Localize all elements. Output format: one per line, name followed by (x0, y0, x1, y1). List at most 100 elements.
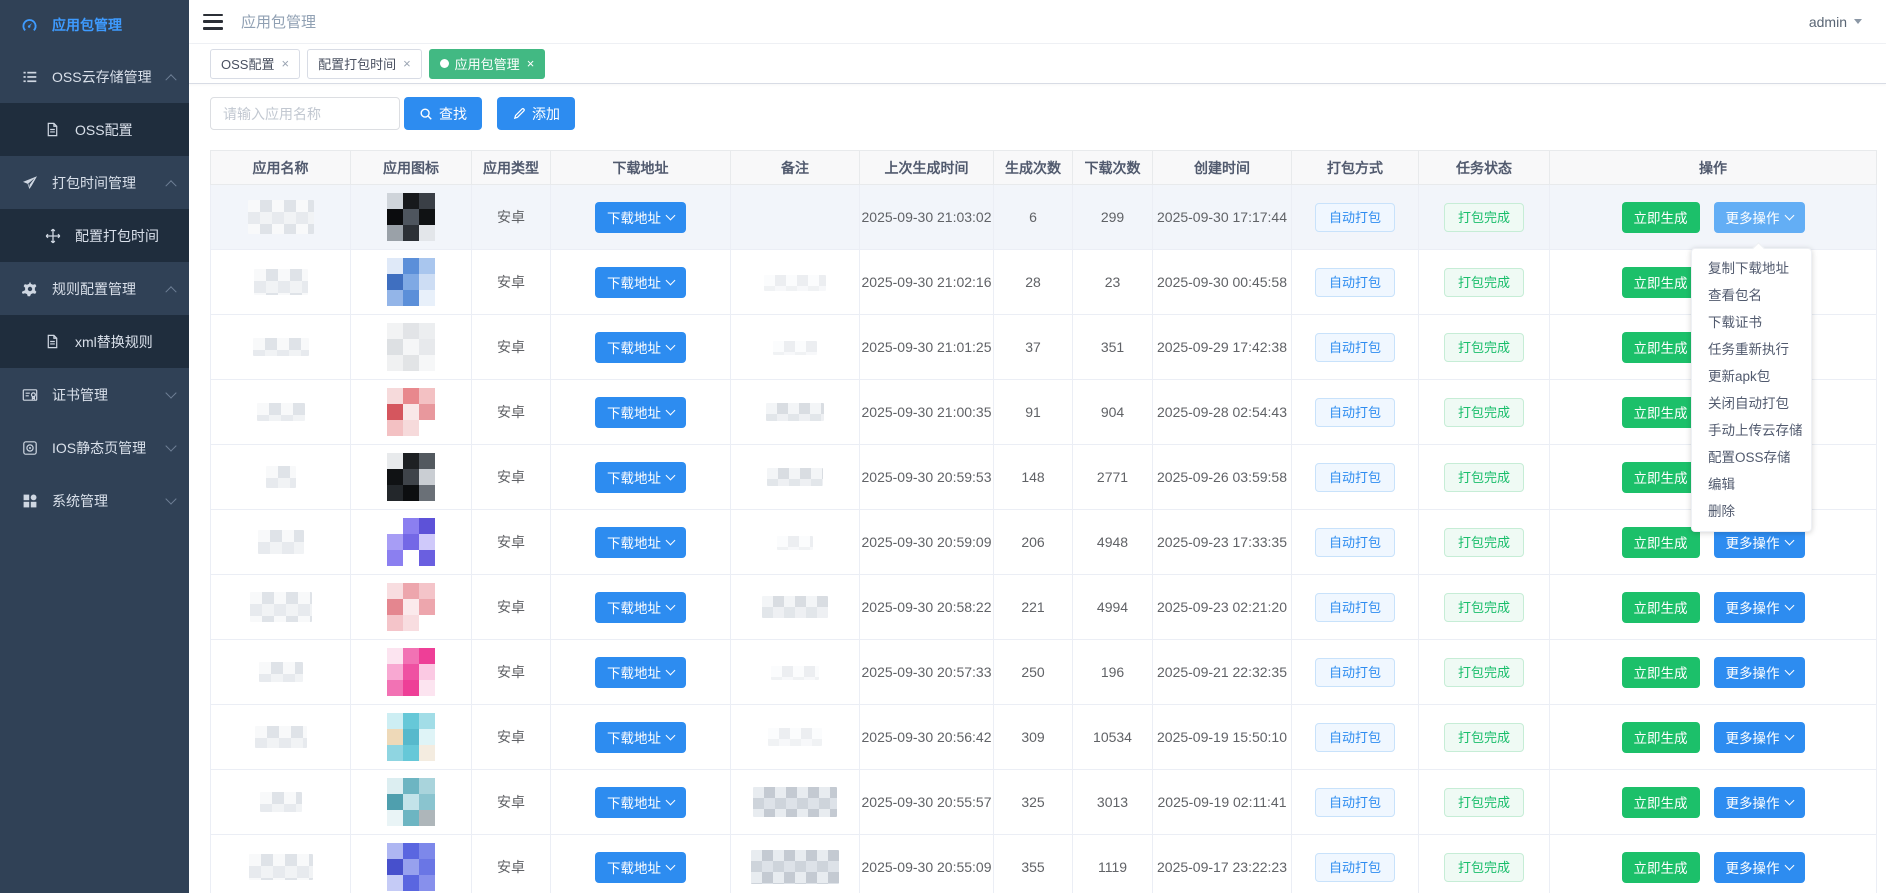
dropdown-item-9[interactable]: 删除 (1692, 498, 1811, 525)
hamburger-icon[interactable] (203, 14, 223, 30)
generate-now-button[interactable]: 立即生成 (1622, 267, 1700, 298)
download-url-cell: 下载地址 (551, 185, 731, 250)
table-row: 安卓下载地址2025-09-30 21:01:25373512025-09-29… (211, 315, 1877, 380)
add-button[interactable]: 添加 (497, 97, 575, 130)
generate-now-button[interactable]: 立即生成 (1622, 527, 1700, 558)
sidebar-item-7[interactable]: IOS静态页管理 (0, 421, 189, 474)
generate-now-button[interactable]: 立即生成 (1622, 657, 1700, 688)
download-url-button[interactable]: 下载地址 (595, 202, 686, 233)
dropdown-item-2[interactable]: 下载证书 (1692, 309, 1811, 336)
app-type-cell: 安卓 (472, 315, 551, 380)
task-status-cell: 打包完成 (1419, 510, 1550, 575)
created-time-value: 2025-09-23 17:33:35 (1157, 534, 1287, 550)
sidebar-item-0[interactable]: OSS云存储管理 (0, 50, 189, 103)
tab-0[interactable]: OSS配置 × (210, 49, 300, 79)
sidebar-logo[interactable]: 应用包管理 (0, 0, 189, 50)
more-actions-button[interactable]: 更多操作 (1714, 787, 1805, 818)
download-count-cell: 10534 (1073, 705, 1153, 770)
created-time-cell: 2025-09-19 02:11:41 (1153, 770, 1292, 835)
dropdown-item-0[interactable]: 复制下载地址 (1692, 255, 1811, 282)
remark-redacted (766, 403, 824, 421)
more-actions-button[interactable]: 更多操作 (1714, 657, 1805, 688)
generate-now-button[interactable]: 立即生成 (1622, 462, 1700, 493)
toolbar: 查找 添加 (210, 97, 1886, 130)
app-name-cell (211, 250, 351, 315)
pack-mode-cell: 自动打包 (1292, 705, 1419, 770)
created-time-value: 2025-09-30 17:17:44 (1157, 209, 1287, 225)
sidebar-item-8[interactable]: 系统管理 (0, 474, 189, 527)
pack-mode-badge: 自动打包 (1315, 268, 1395, 297)
download-url-button[interactable]: 下载地址 (595, 397, 686, 428)
close-icon[interactable]: × (527, 57, 535, 70)
generate-now-button[interactable]: 立即生成 (1622, 592, 1700, 623)
dropdown-item-7[interactable]: 配置OSS存储 (1692, 444, 1811, 471)
pack-mode-badge: 自动打包 (1315, 203, 1395, 232)
more-actions-button[interactable]: 更多操作 (1714, 592, 1805, 623)
dropdown-item-5[interactable]: 关闭自动打包 (1692, 390, 1811, 417)
download-url-button[interactable]: 下载地址 (595, 657, 686, 688)
user-menu[interactable]: admin (1809, 14, 1862, 30)
generate-now-button[interactable]: 立即生成 (1622, 852, 1700, 883)
tab-label: OSS配置 (221, 54, 274, 73)
more-actions-button[interactable]: 更多操作 (1714, 202, 1805, 233)
more-actions-button[interactable]: 更多操作 (1714, 852, 1805, 883)
generate-count-cell: 250 (994, 640, 1073, 705)
generate-now-button[interactable]: 立即生成 (1622, 722, 1700, 753)
download-url-button[interactable]: 下载地址 (595, 722, 686, 753)
pack-mode-cell: 自动打包 (1292, 510, 1419, 575)
close-icon[interactable]: × (281, 57, 289, 70)
sidebar-item-5[interactable]: xml替换规则 (0, 315, 189, 368)
download-url-button[interactable]: 下载地址 (595, 852, 686, 883)
more-actions-button[interactable]: 更多操作 (1714, 722, 1805, 753)
app-type-cell: 安卓 (472, 770, 551, 835)
search-button[interactable]: 查找 (404, 97, 482, 130)
task-status-badge: 打包完成 (1444, 593, 1524, 622)
dropdown-item-1[interactable]: 查看包名 (1692, 282, 1811, 309)
last-generated-cell: 2025-09-30 21:02:16 (860, 250, 994, 315)
download-url-button[interactable]: 下载地址 (595, 787, 686, 818)
dropdown-item-3[interactable]: 任务重新执行 (1692, 336, 1811, 363)
generate-now-button[interactable]: 立即生成 (1622, 397, 1700, 428)
created-time-cell: 2025-09-21 22:32:35 (1153, 640, 1292, 705)
download-url-button[interactable]: 下载地址 (595, 527, 686, 558)
remark-cell (731, 640, 860, 705)
download-count-value: 299 (1101, 209, 1124, 225)
last-generated-value: 2025-09-30 21:01:25 (862, 339, 992, 355)
generate-now-button[interactable]: 立即生成 (1622, 202, 1700, 233)
tab-2[interactable]: 应用包管理× (429, 49, 546, 79)
sidebar-item-2[interactable]: 打包时间管理 (0, 156, 189, 209)
generate-count-value: 37 (1025, 339, 1041, 355)
chevron-up-icon (165, 286, 176, 297)
search-input[interactable] (210, 97, 400, 130)
app-name-cell (211, 380, 351, 445)
pack-mode-cell: 自动打包 (1292, 380, 1419, 445)
sidebar-item-6[interactable]: 证书管理 (0, 368, 189, 421)
chevron-down-icon (1784, 730, 1794, 740)
generate-now-button[interactable]: 立即生成 (1622, 787, 1700, 818)
sidebar-item-1[interactable]: OSS配置 (0, 103, 189, 156)
app-table: 应用名称应用图标应用类型下载地址备注上次生成时间生成次数下载次数创建时间打包方式… (210, 150, 1877, 893)
download-url-button[interactable]: 下载地址 (595, 462, 686, 493)
generate-count-cell: 28 (994, 250, 1073, 315)
tab-1[interactable]: 配置打包时间× (307, 49, 422, 79)
table-row: 安卓下载地址2025-09-30 21:03:0262992025-09-30 … (211, 185, 1877, 250)
download-url-button-label: 下载地址 (607, 532, 661, 552)
sidebar-item-3[interactable]: 配置打包时间 (0, 209, 189, 262)
sidebar-item-4[interactable]: 规则配置管理 (0, 262, 189, 315)
generate-now-button-label: 立即生成 (1634, 207, 1688, 227)
pack-mode-badge: 自动打包 (1315, 593, 1395, 622)
sidebar-logo-label: 应用包管理 (52, 15, 122, 35)
dropdown-item-8[interactable]: 编辑 (1692, 471, 1811, 498)
download-url-button[interactable]: 下载地址 (595, 267, 686, 298)
download-url-button[interactable]: 下载地址 (595, 332, 686, 363)
operations-cell: 立即生成更多操作 (1550, 835, 1877, 893)
dropdown-item-4[interactable]: 更新apk包 (1692, 363, 1811, 390)
created-time-cell: 2025-09-17 23:22:23 (1153, 835, 1292, 893)
generate-count-value: 91 (1025, 404, 1041, 420)
download-url-button[interactable]: 下载地址 (595, 592, 686, 623)
generate-now-button[interactable]: 立即生成 (1622, 332, 1700, 363)
close-icon[interactable]: × (403, 57, 411, 70)
app-icon-cell (351, 640, 472, 705)
dropdown-item-6[interactable]: 手动上传云存储 (1692, 417, 1811, 444)
last-generated-value: 2025-09-30 20:56:42 (862, 729, 992, 745)
